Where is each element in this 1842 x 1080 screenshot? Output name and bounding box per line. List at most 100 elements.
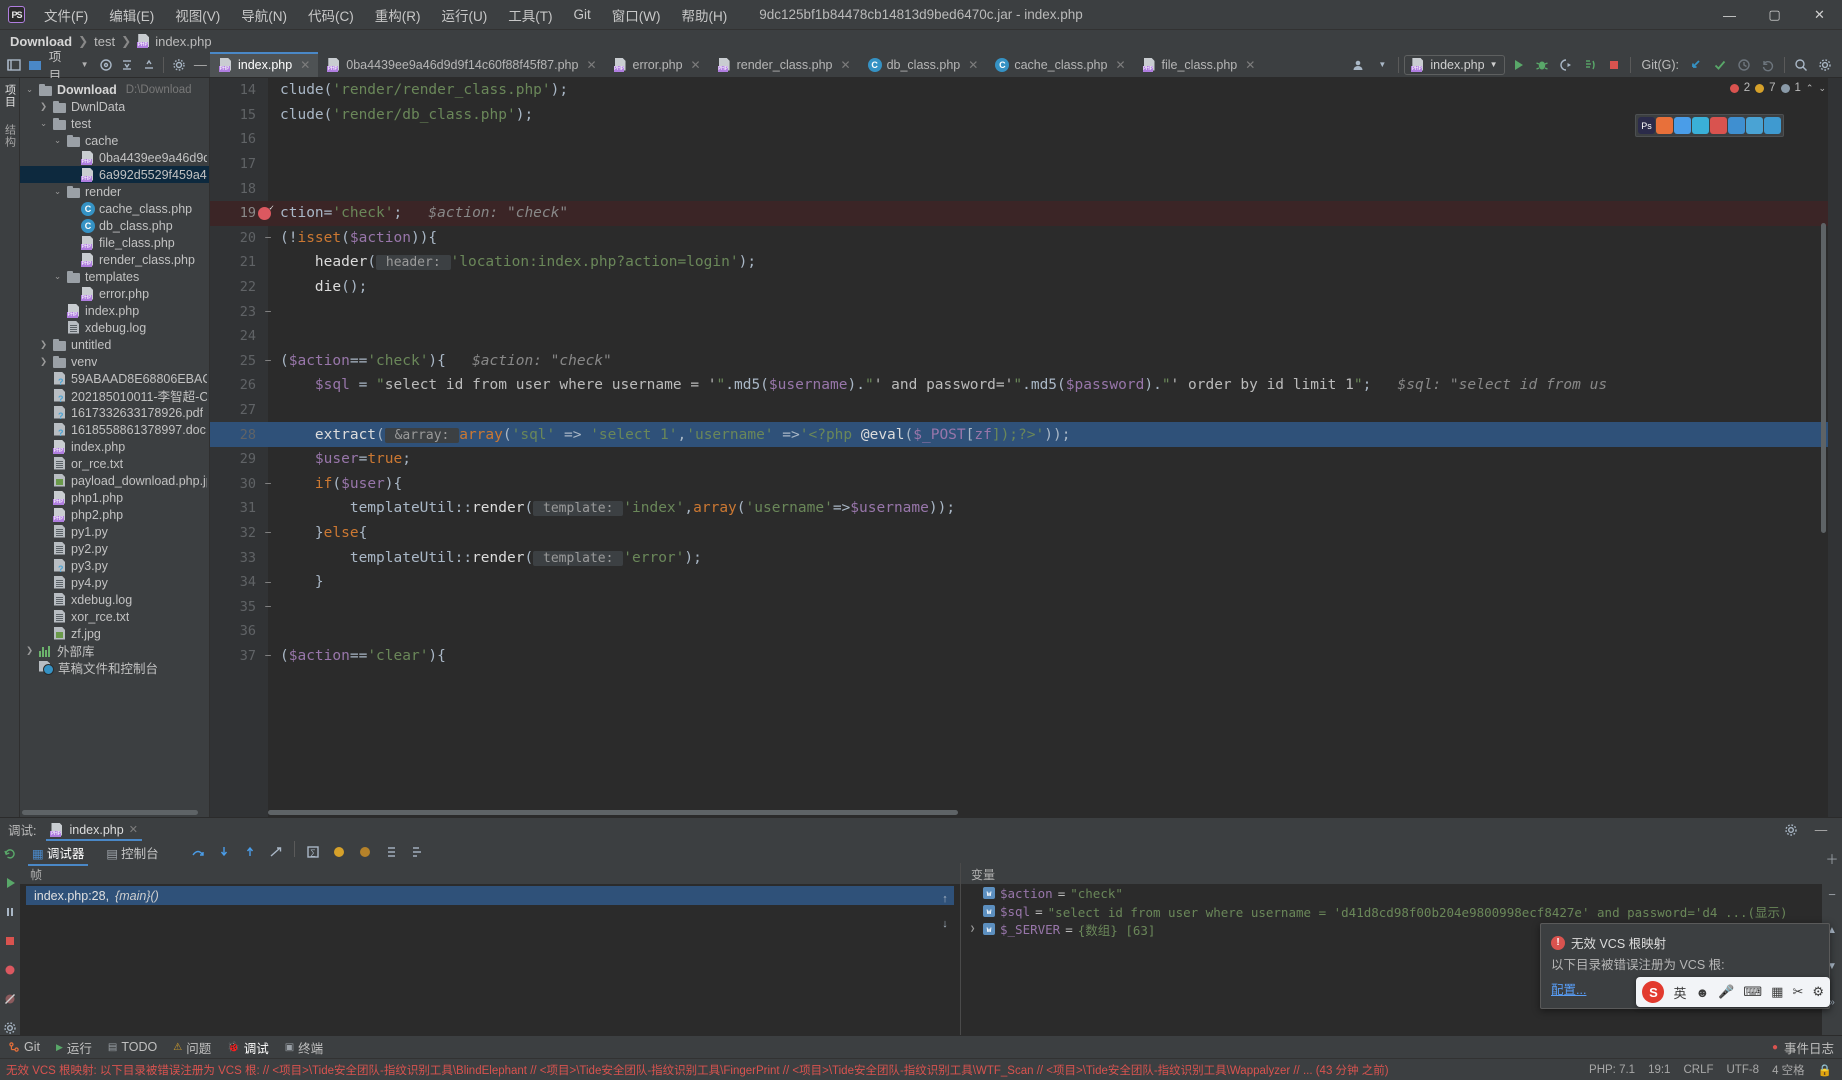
tree-item-cache[interactable]: ⌄cache: [20, 132, 209, 149]
pause-program-icon[interactable]: [0, 905, 21, 920]
history-icon[interactable]: [1733, 54, 1755, 76]
line-number[interactable]: 29: [210, 451, 256, 467]
code-editor[interactable]: 14clude('render/render_class.php');15clu…: [210, 78, 1842, 817]
code-line-20[interactable]: 20−(!isset($action)){: [210, 226, 1842, 251]
chevron-right-icon[interactable]: ❯: [38, 102, 49, 111]
chevron-down-icon[interactable]: ▼: [75, 54, 94, 76]
line-number[interactable]: 34: [210, 574, 256, 590]
tool-window-run[interactable]: ▶ 运行: [56, 1038, 92, 1057]
code-line-18[interactable]: 18: [210, 176, 1842, 201]
error-stripe[interactable]: [1828, 78, 1842, 817]
line-number[interactable]: 20: [210, 230, 256, 246]
tree-item-index-php[interactable]: index.php: [20, 438, 209, 455]
tree-item-php1-php[interactable]: php1.php: [20, 489, 209, 506]
line-number[interactable]: 30: [210, 476, 256, 492]
tree-item-59abaad8e68806ebac108b[interactable]: 59ABAAD8E68806EBAC108B: [20, 370, 209, 387]
code-line-34[interactable]: 34− }: [210, 570, 1842, 595]
arrow-up-icon[interactable]: ↑: [934, 888, 956, 910]
chrome-icon[interactable]: [1674, 117, 1691, 134]
code-line-24[interactable]: 24: [210, 324, 1842, 349]
step-out-icon[interactable]: [239, 841, 261, 863]
tree-item-php2-php[interactable]: php2.php: [20, 506, 209, 523]
close-icon[interactable]: ✕: [1115, 58, 1125, 72]
code-line-36[interactable]: 36: [210, 619, 1842, 644]
tab-db-class-php[interactable]: C db_class.php ✕: [859, 52, 987, 77]
code-line-28[interactable]: 28 extract( &array: array('sql' => 'sele…: [210, 422, 1842, 447]
rollback-icon[interactable]: [1757, 54, 1779, 76]
tab-0ba4439-php[interactable]: 0ba4439ee9a46d9d9f14c60f88f45f87.php ✕: [318, 52, 604, 77]
line-number[interactable]: 15: [210, 107, 256, 123]
settings-icon[interactable]: [0, 1020, 21, 1035]
code-line-23[interactable]: 23−: [210, 299, 1842, 324]
code-line-14[interactable]: 14clude('render/render_class.php');: [210, 78, 1842, 103]
status-line-separator[interactable]: CRLF: [1683, 1064, 1713, 1076]
tool-window-problems[interactable]: ⚠ 问题: [173, 1038, 211, 1057]
debug-inner-tabs[interactable]: ▦调试器 ▤控制台: [20, 841, 1822, 863]
tool-window-git[interactable]: Git: [8, 1040, 40, 1054]
ime-mode-label[interactable]: 英: [1673, 983, 1686, 1002]
tool-window-bar[interactable]: Git ▶ 运行 ▤ TODO ⚠ 问题 🐞 调试 ▣ 终端 ● 事件日志: [0, 1035, 1842, 1058]
tree-item-render-class-php[interactable]: render_class.php: [20, 251, 209, 268]
code-line-31[interactable]: 31 templateUtil::render( template: 'inde…: [210, 496, 1842, 521]
update-project-icon[interactable]: [1685, 54, 1707, 76]
lock-icon[interactable]: 🔒: [1818, 1063, 1832, 1077]
line-number[interactable]: 27: [210, 402, 256, 418]
chevron-up-icon[interactable]: ⌃: [1806, 83, 1814, 94]
variable-row[interactable]: w$action = "check": [961, 884, 1822, 902]
project-view-icon[interactable]: [25, 54, 44, 76]
tree-horizontal-scrollbar[interactable]: [22, 810, 198, 815]
tree-item-download[interactable]: ⌄DownloadD:\Download: [20, 81, 209, 98]
menu-item-window[interactable]: 窗口(W): [602, 1, 671, 29]
fold-marker[interactable]: −: [256, 477, 280, 490]
code-line-26[interactable]: 26 $sql = "select id from user where use…: [210, 373, 1842, 398]
code-content[interactable]: 14clude('render/render_class.php');15clu…: [210, 78, 1842, 817]
tree-item-0ba4439ee9a46d9d9f[interactable]: 0ba4439ee9a46d9d9f: [20, 149, 209, 166]
ime-toolbar[interactable]: S 英 ☻ 🎤 ⌨ ▦ ✂ ⚙: [1636, 977, 1830, 1007]
code-line-19[interactable]: 19ction='check'; $action: "check": [210, 201, 1842, 226]
tree-item-error-php[interactable]: error.php: [20, 285, 209, 302]
arrow-down-icon[interactable]: ↓: [934, 913, 956, 935]
close-icon[interactable]: ✕: [691, 58, 701, 72]
line-number[interactable]: 31: [210, 500, 256, 516]
line-number[interactable]: 26: [210, 377, 256, 393]
close-icon[interactable]: ✕: [129, 823, 138, 836]
ime-emoji-icon[interactable]: ☻: [1696, 985, 1710, 1000]
rerun-icon[interactable]: [0, 847, 21, 862]
run-icon[interactable]: [1507, 54, 1529, 76]
run-to-cursor-icon[interactable]: [265, 841, 287, 863]
step-over-icon[interactable]: [187, 841, 209, 863]
watch-icon[interactable]: [328, 841, 350, 863]
profile-icon[interactable]: [1579, 54, 1601, 76]
frame-row[interactable]: index.php:28, {main}(): [26, 886, 954, 905]
breadcrumb-item-test[interactable]: test: [94, 34, 115, 49]
tree-item-render[interactable]: ⌄render: [20, 183, 209, 200]
debug-settings-icon[interactable]: [1780, 819, 1802, 841]
chevron-right-icon[interactable]: ❯: [967, 925, 978, 934]
line-number[interactable]: 19: [210, 205, 256, 221]
line-number[interactable]: 35: [210, 599, 256, 615]
menu-item-run[interactable]: 运行(U): [432, 1, 498, 29]
line-number[interactable]: 32: [210, 525, 256, 541]
chevron-down-icon[interactable]: ⌄: [24, 85, 35, 94]
tool-window-terminal[interactable]: ▣ 终端: [285, 1038, 323, 1057]
fold-marker[interactable]: −: [256, 354, 280, 367]
tree-item-dwnldata[interactable]: ❯DwnlData: [20, 98, 209, 115]
line-number[interactable]: 37: [210, 648, 256, 664]
line-number[interactable]: 25: [210, 353, 256, 369]
menu-item-tools[interactable]: 工具(T): [498, 1, 562, 29]
fold-marker[interactable]: −: [256, 305, 280, 318]
fold-marker[interactable]: −: [256, 576, 280, 589]
tree-item-db-class-php[interactable]: Cdb_class.php: [20, 217, 209, 234]
remove-watch-icon[interactable]: −: [1821, 883, 1842, 905]
chevron-right-icon[interactable]: ❯: [38, 340, 49, 349]
tree-item-1618558861378997-doc[interactable]: 1618558861378997.doc: [20, 421, 209, 438]
menu-item-help[interactable]: 帮助(H): [672, 1, 738, 29]
tree-item-payload-download-php-jpg[interactable]: payload_download.php.jpg: [20, 472, 209, 489]
close-icon[interactable]: ✕: [300, 58, 310, 72]
chevron-down-icon[interactable]: ⌄: [1818, 83, 1826, 94]
sogou-logo-icon[interactable]: S: [1642, 981, 1664, 1003]
user-account-icon[interactable]: [1347, 54, 1369, 76]
code-line-32[interactable]: 32− }else{: [210, 521, 1842, 546]
expand-all-icon[interactable]: [139, 54, 158, 76]
status-encoding[interactable]: UTF-8: [1726, 1064, 1759, 1076]
